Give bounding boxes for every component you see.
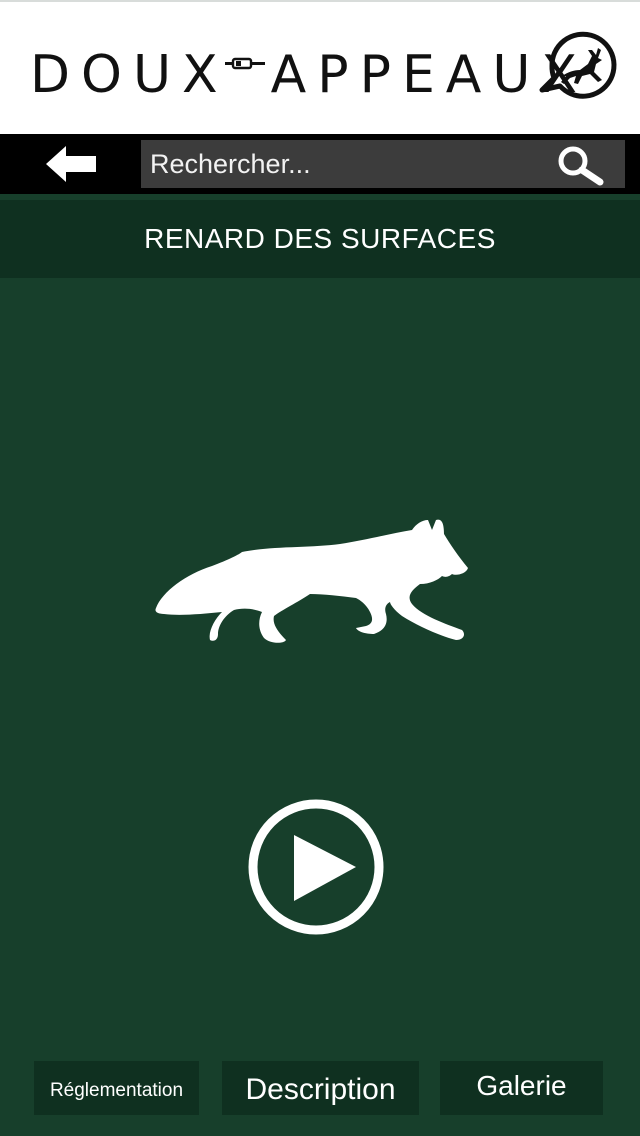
tab-galerie[interactable]: Galerie [440, 1061, 603, 1115]
search-input[interactable] [141, 140, 541, 188]
title-band: RENARD DES SURFACES [0, 200, 640, 278]
fox-silhouette-icon [155, 519, 468, 643]
page-title: RENARD DES SURFACES [144, 223, 496, 254]
brand-logo-text: DOUX APPEAUX [30, 36, 588, 103]
tab-reglementation[interactable]: Réglementation [34, 1061, 199, 1115]
search-bar-row [0, 134, 640, 194]
play-button[interactable] [246, 797, 386, 937]
back-button[interactable] [44, 144, 100, 184]
app-screen: DOUX APPEAUX Rechercher... RENARD DES SU… [0, 0, 640, 1136]
play-icon [294, 835, 356, 901]
magnifier-icon[interactable] [556, 146, 608, 186]
whistle-icon [224, 36, 265, 92]
back-arrow-icon [46, 146, 96, 182]
tab-description[interactable]: Description [222, 1061, 419, 1115]
search-field-container [141, 140, 625, 188]
deer-call-emblem-icon [539, 31, 617, 99]
logo-word-left: DOUX [30, 45, 229, 105]
logo-header: DOUX APPEAUX [0, 0, 640, 134]
